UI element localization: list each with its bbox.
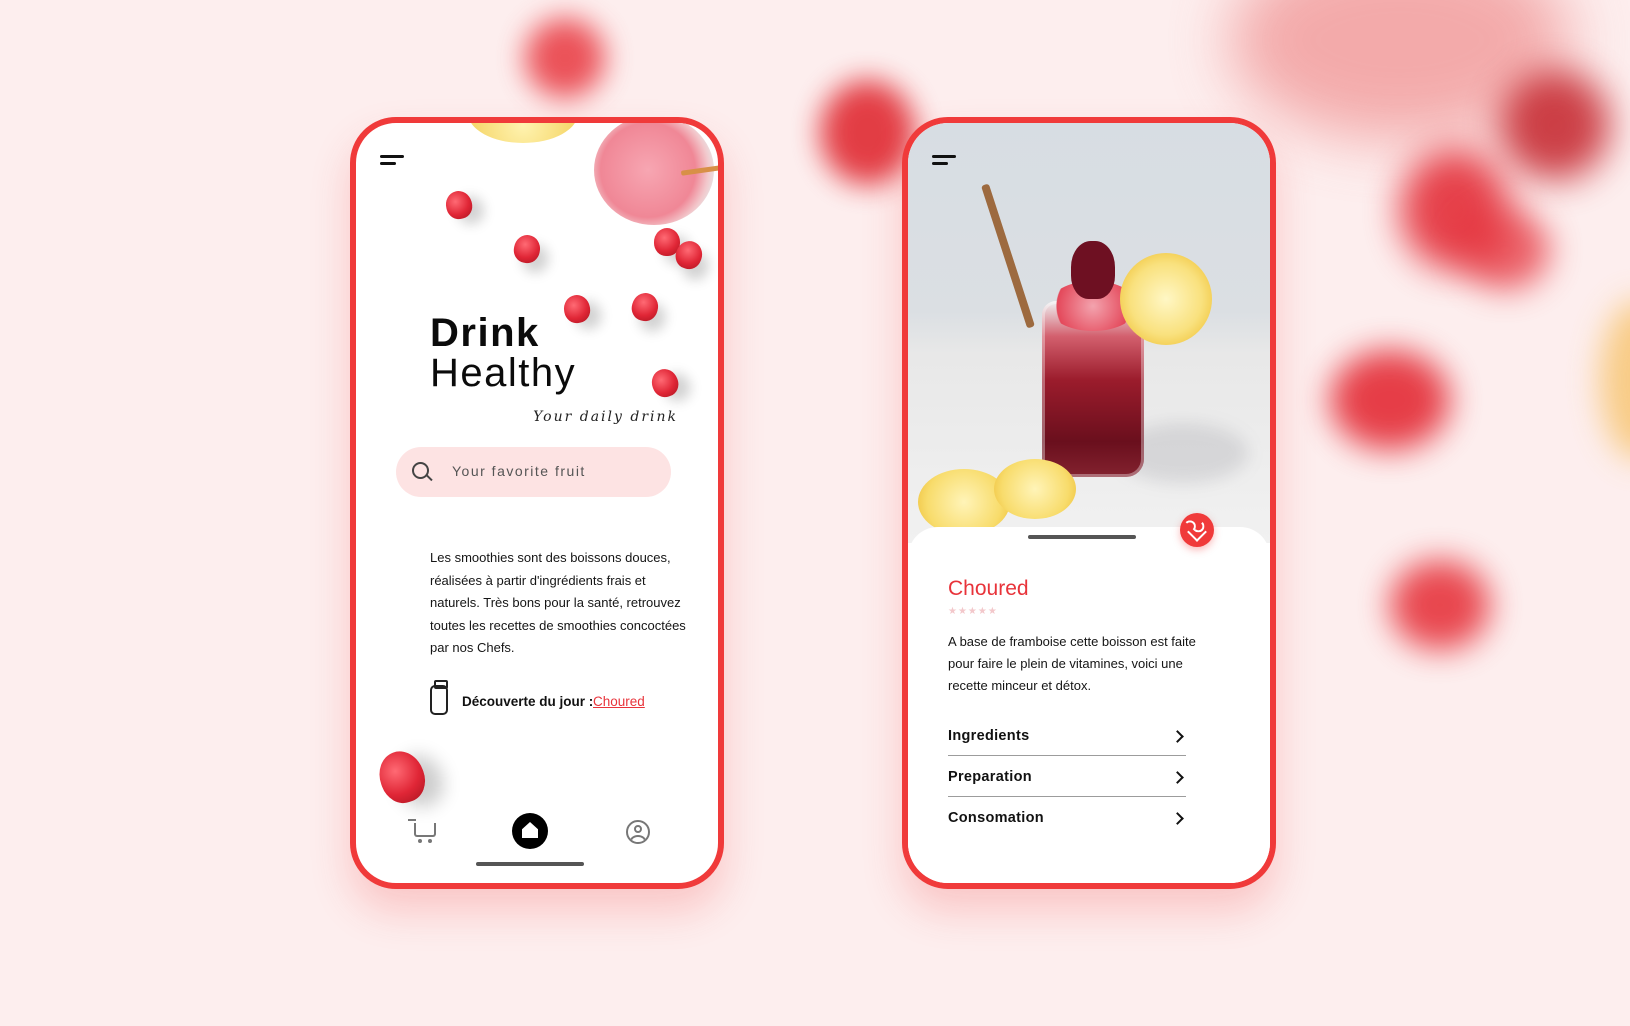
photo-straw — [981, 183, 1035, 329]
menu-item-preparation[interactable]: Preparation — [948, 756, 1186, 797]
discovery-link[interactable]: Choured — [593, 694, 645, 709]
decor-raspberry — [511, 232, 543, 266]
discovery-label: Découverte du jour : — [462, 694, 594, 709]
menu-item-ingredients[interactable]: Ingredients — [948, 715, 1186, 756]
search-bar[interactable] — [396, 447, 671, 497]
drink-description: A base de framboise cette boisson est fa… — [948, 634, 1196, 693]
background-berry — [820, 80, 915, 185]
heart-icon — [1187, 522, 1207, 542]
photo-hibiscus — [1071, 241, 1115, 299]
photo-lemon-slice — [1120, 253, 1212, 345]
intro-text: Les smoothies sont des boissons douces, … — [430, 550, 686, 655]
search-icon — [412, 462, 429, 479]
tagline: Your daily drink — [533, 409, 678, 425]
hamburger-menu-icon[interactable] — [932, 155, 958, 167]
menu-item-consomation[interactable]: Consomation — [948, 797, 1186, 837]
chevron-right-icon — [1171, 812, 1184, 825]
menu-item-label: Preparation — [948, 769, 1032, 785]
home-screen: Drink Healthy Your daily drink Les smoot… — [350, 117, 724, 889]
recipe-menu: Ingredients Preparation Consomation — [948, 715, 1186, 837]
hamburger-menu-icon[interactable] — [380, 155, 406, 167]
decor-raspberry — [647, 365, 683, 401]
details-sheet: Choured ★★★★★ A base de framboise cette … — [908, 527, 1270, 883]
cart-icon[interactable] — [408, 819, 436, 843]
background-berry — [1330, 350, 1450, 450]
menu-item-label: Consomation — [948, 810, 1044, 826]
home-icon — [522, 822, 538, 838]
page-title-line1: Drink — [430, 311, 540, 355]
search-input[interactable] — [450, 462, 654, 480]
decor-raspberry — [628, 290, 662, 324]
menu-item-label: Ingredients — [948, 728, 1030, 744]
bottom-tab-bar — [356, 813, 718, 853]
page-title-line2: Healthy — [430, 351, 577, 395]
decor-raspberry — [372, 745, 432, 809]
background-berry — [1390, 560, 1490, 650]
background-berry — [1460, 210, 1550, 290]
decor-raspberry — [561, 292, 593, 326]
drink-name: Choured — [948, 577, 1029, 600]
jar-icon — [430, 680, 448, 715]
background-berry — [525, 18, 605, 98]
detail-screen: Choured ★★★★★ A base de framboise cette … — [902, 117, 1276, 889]
rating-stars: ★★★★★ — [948, 606, 998, 617]
home-button[interactable] — [512, 813, 548, 849]
background-berry — [1500, 70, 1610, 180]
favorite-button[interactable] — [1180, 513, 1214, 547]
daily-discovery: Découverte du jour : Choured — [430, 680, 670, 719]
sheet-handle[interactable] — [1028, 535, 1136, 539]
chevron-right-icon — [1171, 730, 1184, 743]
photo-lemon-slice — [994, 459, 1076, 519]
drink-photo — [908, 123, 1270, 543]
chevron-right-icon — [1171, 771, 1184, 784]
profile-icon[interactable] — [626, 820, 650, 844]
home-indicator — [476, 862, 584, 866]
decor-raspberry — [442, 188, 476, 222]
decor-lemon — [468, 123, 578, 143]
background-lemon — [1600, 300, 1630, 460]
